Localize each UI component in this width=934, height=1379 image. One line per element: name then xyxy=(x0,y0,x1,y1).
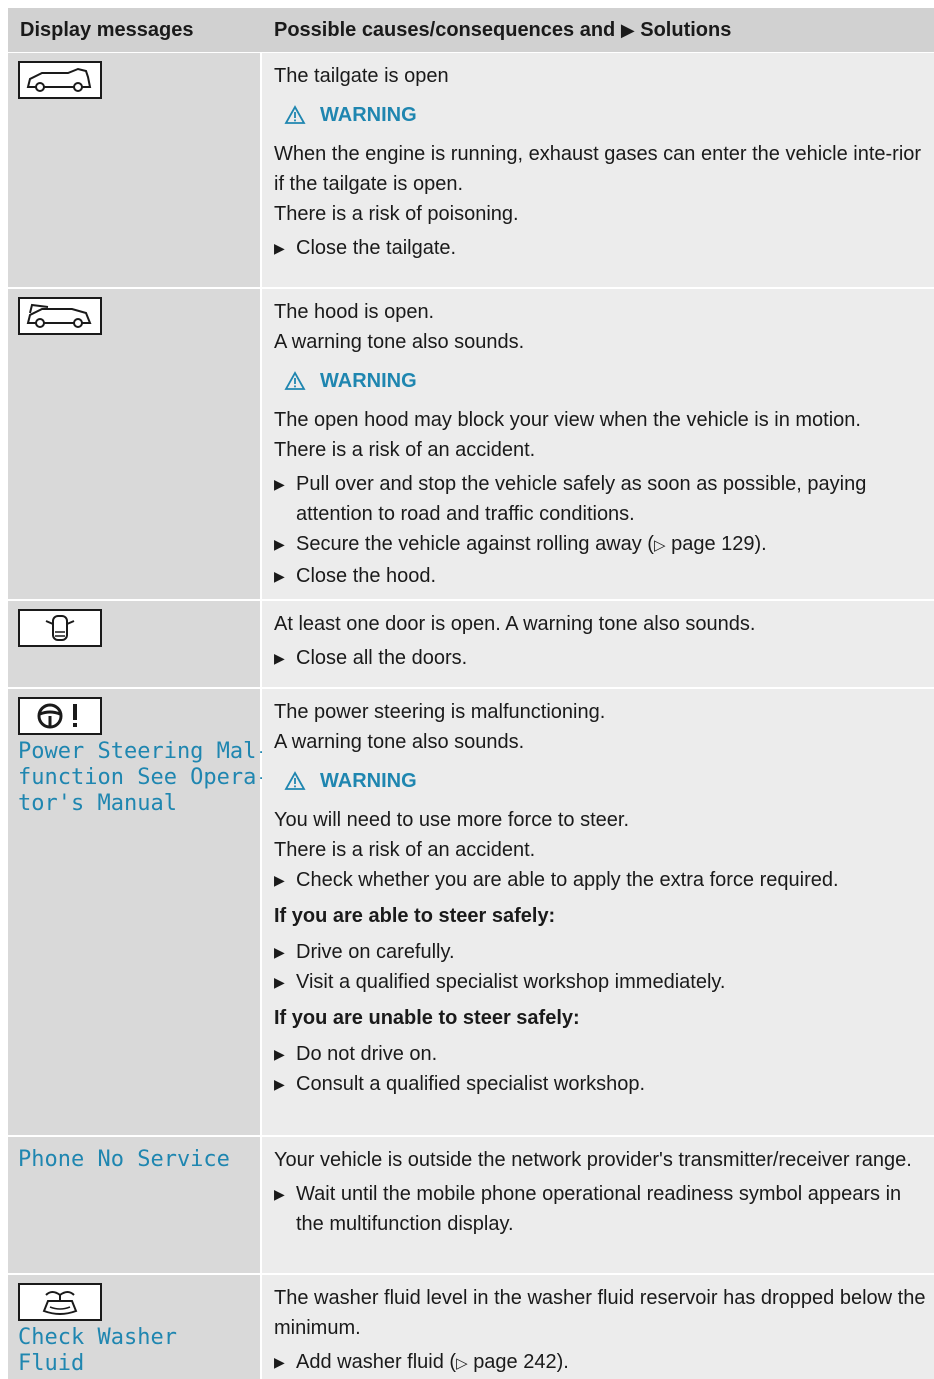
table-row-tailgate: The tailgate is open WARNING When the en… xyxy=(8,53,934,289)
steering-wheel-warning-icon xyxy=(18,697,102,735)
table-row-phone-no-service: Phone No Service Your vehicle is outside… xyxy=(8,1137,934,1275)
triangle-bullet-icon: ▶ xyxy=(274,650,285,666)
warning-triangle-icon xyxy=(284,371,306,390)
warning-risk: There is a risk of poisoning. xyxy=(274,203,519,225)
triangle-bullet-icon: ▶ xyxy=(620,20,635,40)
cause-text: At least one door is open. A warning ton… xyxy=(274,613,756,635)
page-ref-icon: ▷ xyxy=(653,537,666,554)
warning-heading: WARNING xyxy=(284,763,934,799)
solution-step: ▶ Check whether you are able to apply th… xyxy=(274,865,934,895)
warning-label: WARNING xyxy=(320,770,417,792)
warning-label: WARNING xyxy=(320,370,417,392)
warning-text: When the engine is running, exhaust gase… xyxy=(274,143,922,195)
page-link[interactable]: page 242). xyxy=(473,1351,569,1373)
display-cell xyxy=(8,289,262,599)
display-message-text: Check Washer Fluid xyxy=(18,1325,177,1376)
warning-text: The open hood may block your view when t… xyxy=(274,409,861,431)
solution-cell: At least one door is open. A warning ton… xyxy=(262,601,934,687)
page-ref-icon: ▷ xyxy=(456,1355,468,1372)
cause-text-2: A warning tone also sounds. xyxy=(274,331,525,353)
warning-risk: There is a risk of an accident. xyxy=(274,439,536,461)
solution-step: ▶ Do not drive on. xyxy=(274,1039,934,1069)
cause-text: Your vehicle is outside the network prov… xyxy=(274,1149,912,1171)
triangle-bullet-icon: ▶ xyxy=(274,974,285,990)
warning-heading: WARNING xyxy=(284,97,934,133)
header-causes-solutions: Possible causes/consequences and ▶ Solut… xyxy=(262,8,934,52)
triangle-bullet-icon: ▶ xyxy=(274,872,285,888)
table-row-door: At least one door is open. A warning ton… xyxy=(8,601,934,689)
solution-cell: The power steering is malfunctioning. A … xyxy=(262,689,934,1135)
solution-step: ▶ Drive on carefully. xyxy=(274,937,934,967)
solution-step: ▶ Consult a qualified specialist worksho… xyxy=(274,1069,934,1099)
table-row-power-steering: Power Steering Mal- function See Opera- … xyxy=(8,689,934,1137)
table-header: Display messages Possible causes/consequ… xyxy=(8,8,934,53)
page-link[interactable]: page 129). xyxy=(671,533,767,555)
warning-triangle-icon xyxy=(284,771,306,790)
display-message-text: Phone No Service xyxy=(18,1147,230,1172)
display-messages-table: Display messages Possible causes/consequ… xyxy=(8,8,934,1379)
triangle-bullet-icon: ▶ xyxy=(274,536,285,552)
hood-open-icon xyxy=(18,297,102,335)
triangle-bullet-icon: ▶ xyxy=(274,1076,285,1092)
solution-step: ▶ Visit a qualified specialist workshop … xyxy=(274,967,934,997)
warning-label: WARNING xyxy=(320,104,417,126)
triangle-bullet-icon: ▶ xyxy=(274,944,285,960)
cause-text: The washer fluid level in the washer flu… xyxy=(274,1287,926,1339)
triangle-bullet-icon: ▶ xyxy=(274,1186,285,1202)
table-row-hood: The hood is open. A warning tone also so… xyxy=(8,289,934,601)
cause-text: The tailgate is open xyxy=(274,65,449,87)
solution-step: ▶ Wait until the mobile phone operationa… xyxy=(274,1179,934,1239)
tailgate-open-icon xyxy=(18,61,102,99)
solution-cell: The hood is open. A warning tone also so… xyxy=(262,289,934,599)
warning-triangle-icon xyxy=(284,105,306,124)
solution-cell: Your vehicle is outside the network prov… xyxy=(262,1137,934,1273)
washer-fluid-icon xyxy=(18,1283,102,1321)
cause-text-2: A warning tone also sounds. xyxy=(274,731,525,753)
solution-step: ▶ Close the tailgate. xyxy=(274,233,934,263)
header-display-messages: Display messages xyxy=(20,19,194,41)
display-cell: Check Washer Fluid xyxy=(8,1275,262,1379)
display-cell xyxy=(8,53,262,287)
display-message-text: Power Steering Mal- function See Opera- … xyxy=(18,739,270,816)
display-cell: Phone No Service xyxy=(8,1137,262,1273)
solution-step: ▶ Close the hood. xyxy=(274,561,934,591)
triangle-bullet-icon: ▶ xyxy=(274,240,285,256)
solution-step: ▶ Add washer fluid (▷ page 242). xyxy=(274,1347,934,1379)
solution-step: ▶ Close all the doors. xyxy=(274,643,934,673)
solution-cell: The tailgate is open WARNING When the en… xyxy=(262,53,934,287)
able-heading: If you are able to steer safely: xyxy=(274,905,556,927)
triangle-bullet-icon: ▶ xyxy=(274,1046,285,1062)
door-open-icon xyxy=(18,609,102,647)
cause-text: The hood is open. xyxy=(274,301,435,323)
solution-step: ▶ Secure the vehicle against rolling awa… xyxy=(274,529,934,561)
header-causes-label: Possible causes/consequences and xyxy=(274,19,616,41)
display-cell xyxy=(8,601,262,687)
triangle-bullet-icon: ▶ xyxy=(274,1354,285,1370)
warning-heading: WARNING xyxy=(284,363,934,399)
triangle-bullet-icon: ▶ xyxy=(274,476,285,492)
warning-text: You will need to use more force to steer… xyxy=(274,809,630,831)
unable-heading: If you are unable to steer safely: xyxy=(274,1007,580,1029)
solution-cell: The washer fluid level in the washer flu… xyxy=(262,1275,934,1379)
display-cell: Power Steering Mal- function See Opera- … xyxy=(8,689,270,1135)
solution-step: ▶ Pull over and stop the vehicle safely … xyxy=(274,469,934,529)
header-solutions-label: Solutions xyxy=(640,19,732,41)
cause-text: The power steering is malfunctioning. xyxy=(274,701,606,723)
warning-risk: There is a risk of an accident. xyxy=(274,839,536,861)
table-row-washer-fluid: Check Washer Fluid The washer fluid leve… xyxy=(8,1275,934,1379)
triangle-bullet-icon: ▶ xyxy=(274,568,285,584)
